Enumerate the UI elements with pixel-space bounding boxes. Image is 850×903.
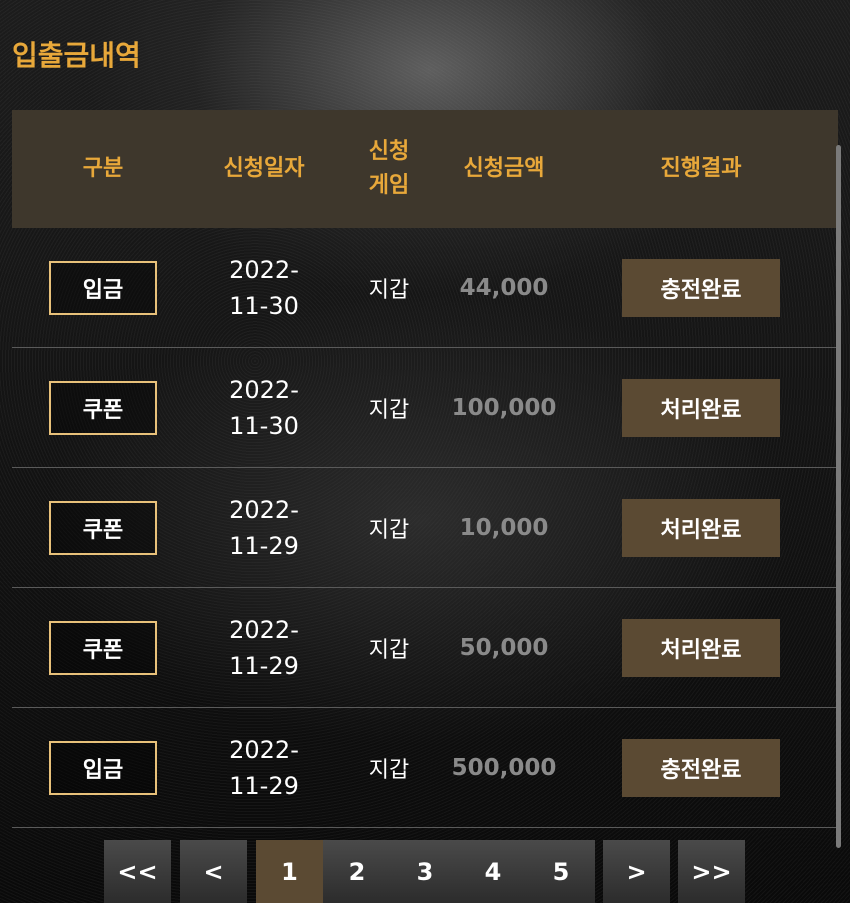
table-row: 입금 2022- 11-30 지갑 44,000 충전완료 xyxy=(12,228,838,348)
header-date: 신청일자 xyxy=(223,156,305,181)
request-amount: 10,000 xyxy=(459,514,549,541)
request-game: 지갑 xyxy=(368,277,410,303)
request-amount: 50,000 xyxy=(459,634,549,661)
scrollbar[interactable] xyxy=(836,145,841,848)
next-page-button[interactable]: > xyxy=(603,840,670,903)
page-button-2[interactable]: 2 xyxy=(323,840,391,903)
first-page-button[interactable]: << xyxy=(104,840,171,903)
request-game: 지갑 xyxy=(368,397,410,423)
header-result: 진행결과 xyxy=(660,156,742,181)
last-page-button[interactable]: >> xyxy=(678,840,745,903)
page-button-4[interactable]: 4 xyxy=(459,840,527,903)
type-badge[interactable]: 입금 xyxy=(49,740,157,795)
page-button-5[interactable]: 5 xyxy=(527,840,595,903)
status-badge[interactable]: 처리완료 xyxy=(622,378,780,437)
header-amount: 신청금액 xyxy=(463,156,545,181)
header-type: 구분 xyxy=(82,156,124,181)
status-badge[interactable]: 충전완료 xyxy=(622,738,780,797)
pagination: << < 1 2 3 4 5 > >> xyxy=(0,840,850,903)
table-row: 입금 2022- 11-29 지갑 500,000 충전완료 xyxy=(12,708,838,828)
status-badge[interactable]: 처리완료 xyxy=(622,618,780,677)
type-badge[interactable]: 입금 xyxy=(49,260,157,315)
request-game: 지갑 xyxy=(368,637,410,663)
status-badge[interactable]: 처리완료 xyxy=(622,498,780,557)
page-button-1[interactable]: 1 xyxy=(256,840,323,903)
status-badge[interactable]: 충전완료 xyxy=(622,258,780,317)
page-button-3[interactable]: 3 xyxy=(391,840,459,903)
table-row: 쿠폰 2022- 11-29 지갑 50,000 처리완료 xyxy=(12,588,838,708)
request-game: 지갑 xyxy=(368,757,410,783)
table-row: 쿠폰 2022- 11-30 지갑 100,000 처리완료 xyxy=(12,348,838,468)
request-date: 2022- 11-29 xyxy=(229,495,299,560)
prev-page-button[interactable]: < xyxy=(180,840,247,903)
transaction-table: 구분 신청일자 신청 게임 신청금액 진행결과 입금 2022- 11-30 지… xyxy=(12,110,838,828)
request-date: 2022- 11-29 xyxy=(229,735,299,800)
request-date: 2022- 11-30 xyxy=(229,375,299,440)
type-badge[interactable]: 쿠폰 xyxy=(49,380,157,435)
request-date: 2022- 11-29 xyxy=(229,615,299,680)
request-amount: 500,000 xyxy=(451,754,557,781)
request-amount: 100,000 xyxy=(451,394,557,421)
table-row: 쿠폰 2022- 11-29 지갑 10,000 처리완료 xyxy=(12,468,838,588)
header-game: 신청 게임 xyxy=(368,139,410,198)
type-badge[interactable]: 쿠폰 xyxy=(49,620,157,675)
page-title: 입출금내역 xyxy=(12,39,141,72)
request-date: 2022- 11-30 xyxy=(229,255,299,320)
request-amount: 44,000 xyxy=(459,274,549,301)
request-game: 지갑 xyxy=(368,517,410,543)
type-badge[interactable]: 쿠폰 xyxy=(49,500,157,555)
table-header: 구분 신청일자 신청 게임 신청금액 진행결과 xyxy=(12,110,838,228)
